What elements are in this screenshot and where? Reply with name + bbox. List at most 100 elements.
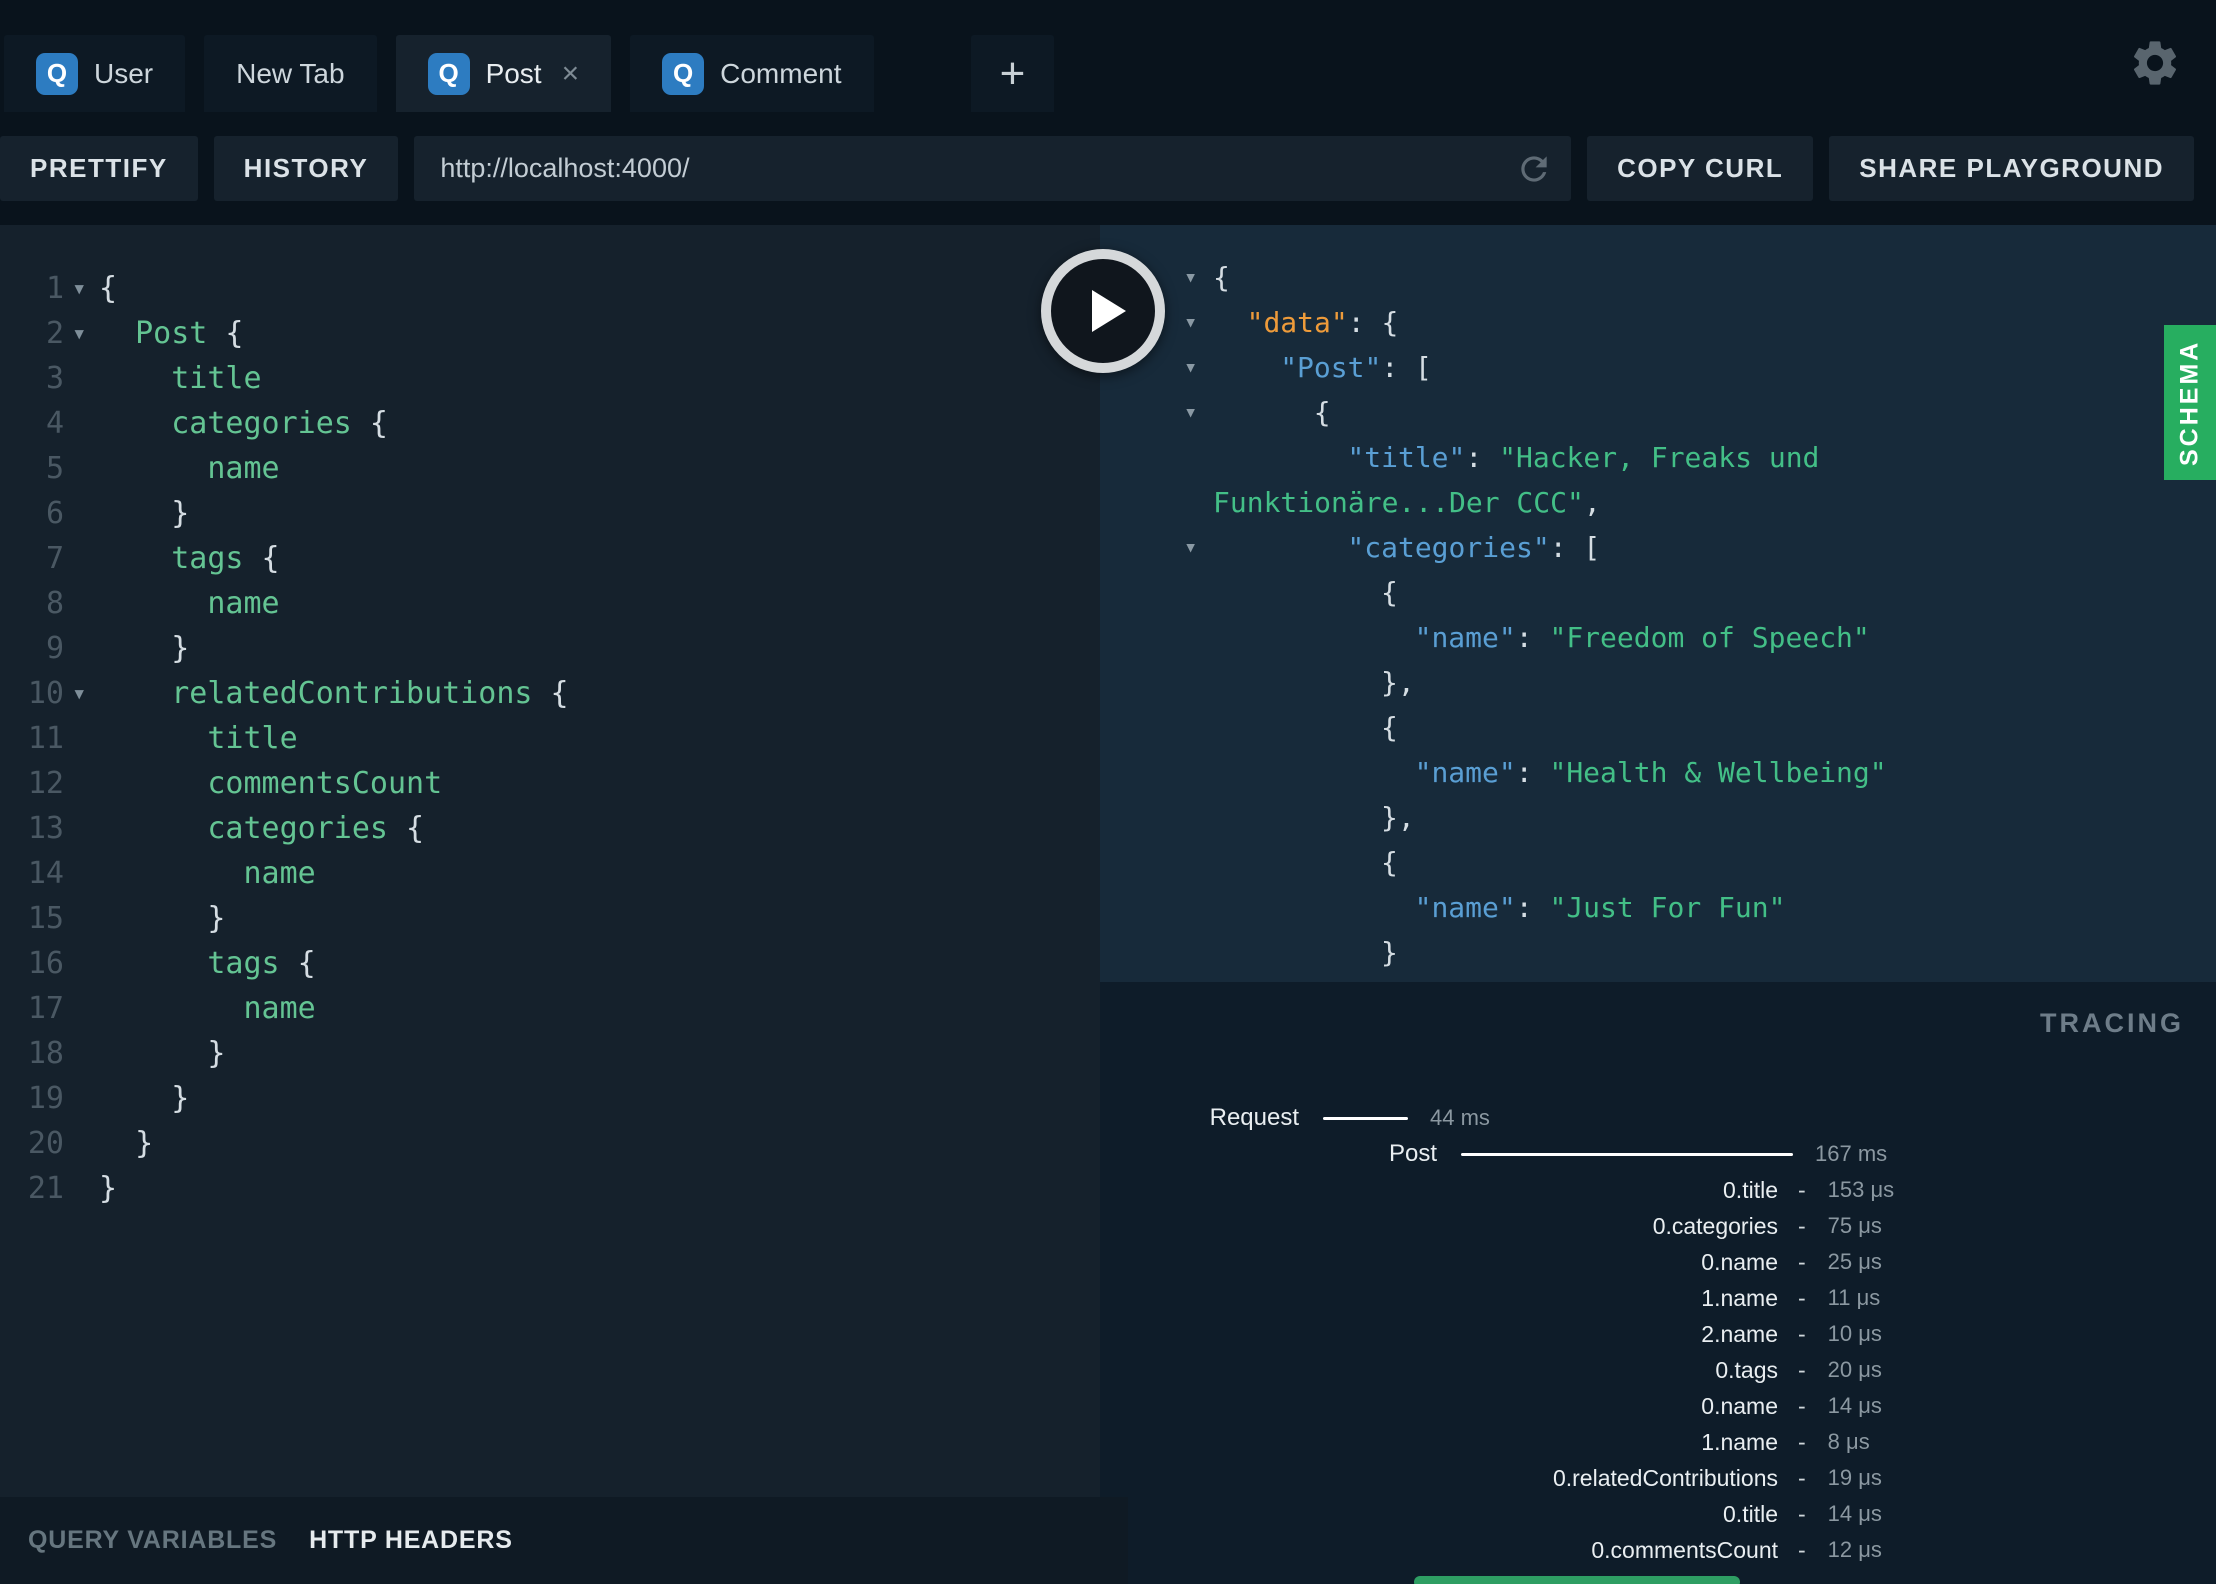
tracing-label: 0.tags bbox=[1715, 1356, 1778, 1383]
tracing-row: 0.categories -75 μs bbox=[1100, 1208, 2216, 1244]
query-editor[interactable]: 1 ▾{2 ▾ Post {3 title 4 categories {5 name 6… bbox=[0, 266, 1100, 1211]
editor-line[interactable]: 8 name bbox=[0, 581, 1100, 626]
editor-line[interactable]: 1 ▾ { bbox=[0, 266, 1100, 311]
tracing-separator: - bbox=[1798, 1464, 1806, 1491]
editor-line[interactable]: 17 name bbox=[0, 986, 1100, 1031]
result-line: ▾ "Post": [ bbox=[1100, 345, 2216, 390]
result-code: "name": "Just For Fun" bbox=[1414, 891, 1786, 924]
collapse-arrow-icon[interactable]: ▾ bbox=[1184, 390, 1197, 435]
result-line: ▾{ bbox=[1100, 255, 2216, 300]
collapse-arrow-icon[interactable]: ▾ bbox=[1184, 255, 1197, 300]
code-text: } bbox=[99, 1036, 226, 1071]
new-tab-button[interactable]: + bbox=[971, 35, 1054, 112]
editor-line[interactable]: 19 } bbox=[0, 1076, 1100, 1121]
line-number: 19 bbox=[27, 1081, 64, 1116]
editor-line[interactable]: 12 commentsCount bbox=[0, 761, 1100, 806]
tab-post[interactable]: Q Post × bbox=[395, 35, 612, 112]
fold-arrow-icon[interactable]: ▾ bbox=[72, 671, 86, 716]
editor-line[interactable]: 5 name bbox=[0, 446, 1100, 491]
editor-line[interactable]: 15 } bbox=[0, 896, 1100, 941]
editor-line[interactable]: 6 } bbox=[0, 491, 1100, 536]
result-line: "name": "Just For Fun" bbox=[1100, 885, 2216, 930]
tracing-separator: - bbox=[1798, 1392, 1806, 1419]
code-text: relatedContributions { bbox=[171, 676, 569, 711]
tracing-label: 0.relatedContributions bbox=[1552, 1464, 1778, 1491]
url-input[interactable] bbox=[414, 136, 1572, 201]
tab-new-tab[interactable]: New Tab bbox=[204, 35, 377, 112]
result-line: "name": "Freedom of Speech" bbox=[1100, 615, 2216, 660]
tab-label: Comment bbox=[720, 57, 842, 89]
graphql-playground: Q User New Tab Q Post × Q Comment + PRETTIFY HI… bbox=[0, 0, 2216, 1584]
result-code: "name": "Freedom of Speech" bbox=[1414, 621, 1870, 654]
tab-close-icon[interactable]: × bbox=[562, 57, 580, 91]
tracing-label: 0.title bbox=[1723, 1176, 1778, 1203]
settings-button[interactable] bbox=[2128, 36, 2182, 90]
tracing-separator: - bbox=[1798, 1248, 1806, 1275]
result-code: { bbox=[1313, 396, 1331, 429]
line-number: 18 bbox=[27, 1036, 64, 1071]
tracing-row: 0.name -25 μs bbox=[1100, 1244, 2216, 1280]
tracing-label: 1.name bbox=[1701, 1284, 1778, 1311]
tracing-bar bbox=[1461, 1152, 1793, 1156]
collapse-arrow-icon[interactable]: ▾ bbox=[1184, 300, 1197, 345]
tracing-row: 0.title -14 μs bbox=[1100, 1496, 2216, 1532]
editor-line[interactable]: 20 } bbox=[0, 1121, 1100, 1166]
collapse-arrow-icon[interactable]: ▾ bbox=[1184, 345, 1197, 390]
code-text: name bbox=[207, 586, 280, 621]
editor-line[interactable]: 11 title bbox=[0, 716, 1100, 761]
editor-footer-bar: QUERY VARIABLES HTTP HEADERS bbox=[0, 1497, 1128, 1584]
tab-label: New Tab bbox=[236, 57, 345, 89]
tracing-time: 44 ms bbox=[1430, 1105, 1490, 1130]
result-line: { bbox=[1100, 570, 2216, 615]
tracing-label: Request bbox=[1209, 1104, 1299, 1131]
tab-user[interactable]: Q User bbox=[4, 35, 186, 112]
query-editor-pane[interactable]: 1 ▾{2 ▾ Post {3 title 4 categories {5 name 6… bbox=[0, 225, 1100, 1584]
fold-arrow-icon[interactable]: ▾ bbox=[72, 266, 86, 311]
tracing-row: 1.name -11 μs bbox=[1100, 1280, 2216, 1316]
result-line: { bbox=[1100, 840, 2216, 885]
share-playground-button[interactable]: SHARE PLAYGROUND bbox=[1829, 136, 2194, 201]
schema-sidebar-tab[interactable]: SCHEMA bbox=[2164, 325, 2216, 480]
prettify-button[interactable]: PRETTIFY bbox=[0, 136, 198, 201]
editor-line[interactable]: 10 ▾ relatedContributions { bbox=[0, 671, 1100, 716]
result-code: }, bbox=[1381, 666, 1415, 699]
refresh-icon bbox=[1521, 156, 1547, 182]
tracing-row: Post 167 ms bbox=[1100, 1136, 2216, 1172]
collapse-arrow-icon[interactable]: ▾ bbox=[1184, 525, 1197, 570]
refresh-button[interactable] bbox=[1515, 150, 1553, 188]
query-variables-tab[interactable]: QUERY VARIABLES bbox=[28, 1526, 277, 1555]
result-code: { bbox=[1213, 261, 1230, 294]
tracing-bar bbox=[1323, 1116, 1408, 1120]
editor-line[interactable]: 2 ▾ Post { bbox=[0, 311, 1100, 356]
fold-arrow-icon[interactable]: ▾ bbox=[72, 311, 86, 356]
result-line: "name": "Health & Wellbeing" bbox=[1100, 750, 2216, 795]
tracing-time: 10 μs bbox=[1827, 1321, 1882, 1346]
copy-curl-button[interactable]: COPY CURL bbox=[1587, 136, 1814, 201]
tracing-label: 1.name bbox=[1701, 1428, 1778, 1455]
editor-line[interactable]: 3 title bbox=[0, 356, 1100, 401]
editor-line[interactable]: 13 categories { bbox=[0, 806, 1100, 851]
response-viewer: ▾{▾ "data": {▾ "Post": [▾{"title": "Hacker… bbox=[1100, 255, 2216, 982]
editor-line[interactable]: 18 } bbox=[0, 1031, 1100, 1076]
code-text: name bbox=[207, 451, 280, 486]
tracing-row: 2.name -10 μs bbox=[1100, 1316, 2216, 1352]
result-code: { bbox=[1381, 711, 1398, 744]
http-headers-tab[interactable]: HTTP HEADERS bbox=[309, 1526, 513, 1555]
editor-line[interactable]: 9 } bbox=[0, 626, 1100, 671]
result-code: } bbox=[1381, 936, 1398, 969]
editor-line[interactable]: 16 tags { bbox=[0, 941, 1100, 986]
tracing-separator: - bbox=[1798, 1284, 1806, 1311]
result-line: ▾{ bbox=[1100, 390, 2216, 435]
editor-line[interactable]: 4 categories { bbox=[0, 401, 1100, 446]
history-button[interactable]: HISTORY bbox=[213, 136, 399, 201]
tracing-label: Post bbox=[1388, 1140, 1437, 1167]
editor-line[interactable]: 7 tags { bbox=[0, 536, 1100, 581]
tracing-separator: - bbox=[1798, 1500, 1806, 1527]
tab-comment[interactable]: Q Comment bbox=[630, 35, 874, 112]
editor-line[interactable]: 14 name bbox=[0, 851, 1100, 896]
execute-button[interactable] bbox=[1041, 249, 1165, 373]
tab-label: Post bbox=[485, 57, 542, 89]
editor-line[interactable]: 21} bbox=[0, 1166, 1100, 1211]
result-code: "Post": [ bbox=[1280, 351, 1432, 384]
code-text: name bbox=[243, 856, 316, 891]
